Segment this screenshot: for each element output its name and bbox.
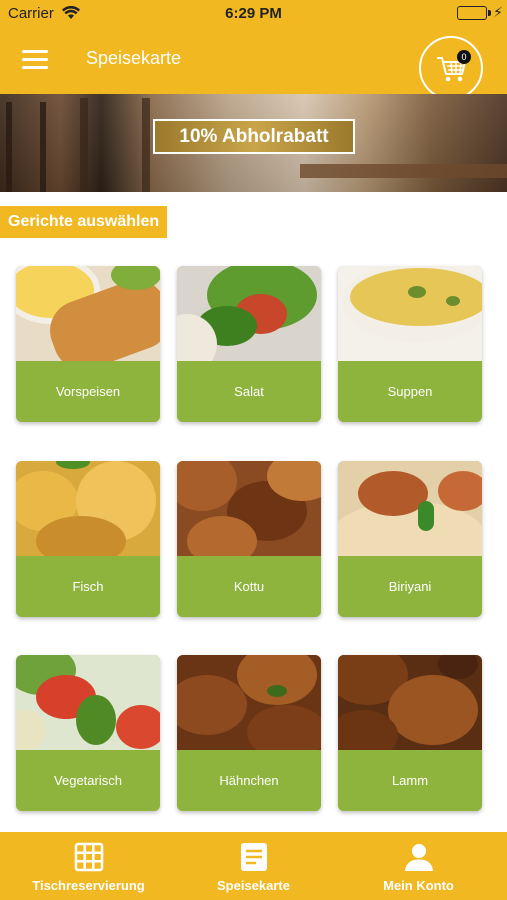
- vegetarisch-photo: [16, 655, 160, 750]
- category-tile-suppen[interactable]: Suppen: [338, 266, 482, 422]
- category-label: Vegetarisch: [16, 750, 160, 811]
- lamm-photo: [338, 655, 482, 750]
- nav-bar: Speisekarte 0: [0, 28, 507, 100]
- biriyani-photo: [338, 461, 482, 556]
- category-tile-fisch[interactable]: Fisch: [16, 461, 160, 617]
- user-icon: [405, 844, 433, 871]
- suppen-photo: [338, 266, 482, 361]
- tab-tischreservierung[interactable]: Tischreservierung: [4, 832, 173, 900]
- category-tile-vorspeisen[interactable]: Vorspeisen: [16, 266, 160, 422]
- category-tile-kottu[interactable]: Kottu: [177, 461, 321, 617]
- cart-count-badge: 0: [457, 50, 471, 64]
- category-label: Suppen: [338, 361, 482, 422]
- category-tile-salat[interactable]: Salat: [177, 266, 321, 422]
- bolt-icon: ⚡: [493, 4, 503, 20]
- battery-tip: [488, 10, 491, 16]
- status-bar: Carrier 6:29 PM ⚡: [0, 0, 507, 28]
- section-title: Gerichte auswählen: [0, 206, 168, 238]
- grid-icon: [74, 842, 104, 872]
- cart-button[interactable]: 0: [419, 36, 483, 100]
- tab-label: Tischreservierung: [32, 878, 145, 893]
- page-title: Speisekarte: [86, 48, 182, 68]
- category-tile-haehnchen[interactable]: Hähnchen: [177, 655, 321, 811]
- status-time: 6:29 PM: [225, 5, 282, 22]
- tab-label: Speisekarte: [217, 878, 290, 893]
- category-label: Salat: [177, 361, 321, 422]
- tab-speisekarte[interactable]: Speisekarte: [169, 832, 338, 900]
- tab-bar: Tischreservierung Speisekarte Mein Konto: [0, 832, 507, 900]
- category-tile-lamm[interactable]: Lamm: [338, 655, 482, 811]
- category-label: Hähnchen: [177, 750, 321, 811]
- promo-banner[interactable]: 10% Abholrabatt: [153, 119, 355, 154]
- battery-icon: [457, 6, 487, 20]
- fisch-photo: [16, 461, 160, 556]
- tab-mein-konto[interactable]: Mein Konto: [334, 832, 503, 900]
- haehnchen-photo: [177, 655, 321, 750]
- category-label: Kottu: [177, 556, 321, 617]
- tab-label: Mein Konto: [383, 878, 454, 893]
- menu-document-icon: [241, 843, 267, 871]
- category-tile-biriyani[interactable]: Biriyani: [338, 461, 482, 617]
- vorspeisen-photo: [16, 266, 160, 361]
- hamburger-menu-icon[interactable]: [22, 50, 48, 70]
- kottu-photo: [177, 461, 321, 556]
- category-label: Vorspeisen: [16, 361, 160, 422]
- category-label: Fisch: [16, 556, 160, 617]
- salat-photo: [177, 266, 321, 361]
- category-label: Lamm: [338, 750, 482, 811]
- category-tile-vegetarisch[interactable]: Vegetarisch: [16, 655, 160, 811]
- category-label: Biriyani: [338, 556, 482, 617]
